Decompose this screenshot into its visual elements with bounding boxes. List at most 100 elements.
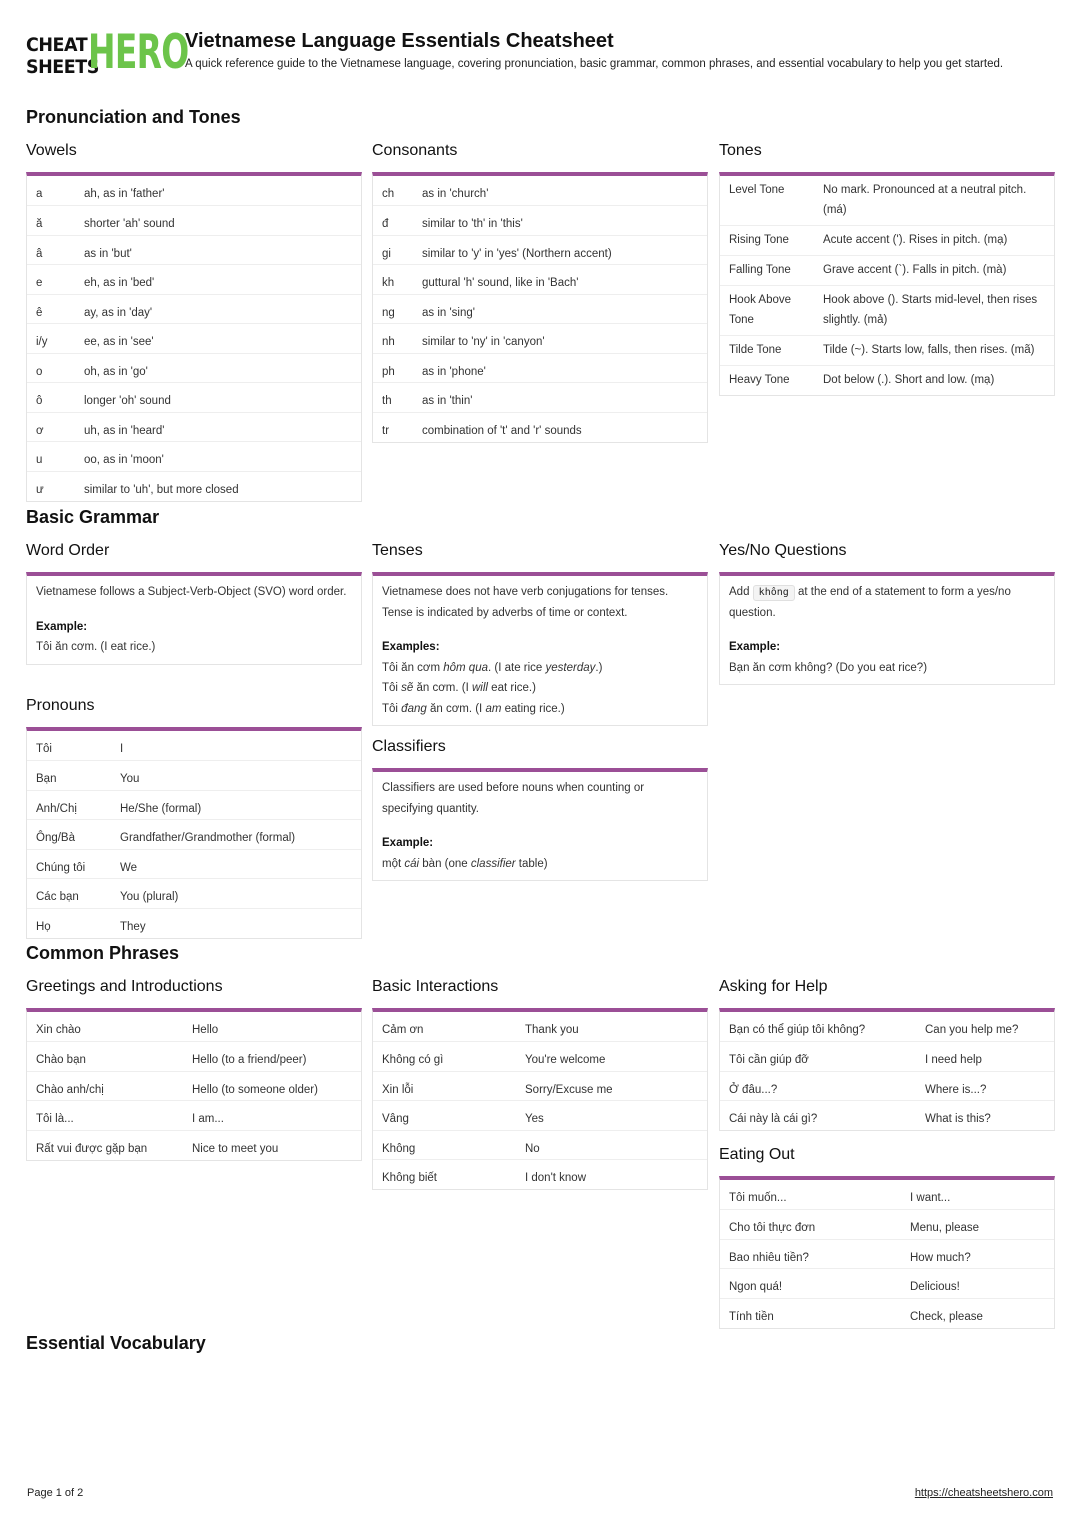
term-cell: Họ [27, 907, 111, 938]
interactions-table-card: Cảm ơn Thank you Không có gì You're welcome… [372, 1008, 708, 1190]
term-cell: ch [382, 188, 395, 200]
definition-cell: Acute accent ('). Rises in pitch. (mạ) [814, 225, 1054, 256]
definition-cell: I am... [183, 1100, 361, 1130]
term-cell: Cái này là cái gì? [720, 1100, 916, 1130]
table-row: â as in 'but' [27, 234, 361, 265]
table-row: Tôi là... I am... [27, 1100, 361, 1130]
table-row: Level Tone No mark. Pronounced at a neutr… [720, 176, 1054, 226]
table-row: th as in 'thin' [373, 382, 707, 412]
term-cell: Cảm ơn [382, 1024, 424, 1036]
word-order-text: Vietnamese follows a Subject-Verb-Object… [36, 586, 347, 598]
table-row: Ở đâu...? Where is...? [720, 1070, 1054, 1101]
table-row: Cảm ơn Thank you [373, 1012, 707, 1042]
table-row: ph as in 'phone' [373, 352, 707, 383]
table-row: Tôi I [27, 731, 361, 761]
tenses-card: Vietnamese does not have verb conjugatio… [372, 572, 708, 726]
definition-cell: as in 'but' [75, 234, 361, 265]
yes-no-text: Add không at the end of a statement to f… [729, 585, 1011, 619]
help-table-card: Bạn có thể giúp tôi không? Can you help m… [719, 1008, 1055, 1131]
term-cell: Vâng [373, 1100, 516, 1130]
tenses-examples-list: Tôi ăn cơm hôm qua. (I ate rice yesterda… [382, 658, 698, 720]
pronouns-table: Tôi I Bạn You Anh/Chị He/She (formal) Ông/Bà Gr… [27, 731, 361, 938]
table-row: Chào anh/chị Hello (to someone older) [27, 1070, 361, 1101]
table-row: ng as in 'sing' [373, 293, 707, 324]
vowels-table: a ah, as in 'father' ă shorter 'ah' sound â a… [27, 176, 361, 501]
example-line: một cái bàn (one classifier table) [382, 857, 548, 870]
term-cell: đ [373, 205, 413, 235]
example-line: Tôi đang ăn cơm. (I am eating rice.) [382, 702, 565, 715]
definition-cell: No mark. Pronounced at a neutral pitch. … [823, 184, 1027, 216]
term-cell: Tôi muốn... [729, 1192, 787, 1204]
subsection-title-tenses: Tenses [372, 542, 423, 559]
vowels-table-card: a ah, as in 'father' ă shorter 'ah' sound â a… [26, 172, 362, 502]
table-row: Rising Tone Acute accent ('). Rises in pi… [720, 225, 1054, 256]
example-line: Tôi ăn cơm hôm qua. (I ate rice yesterda… [382, 661, 603, 674]
table-row: Xin chào Hello [27, 1012, 361, 1042]
greetings-table-card: Xin chào Hello Chào bạn Hello (to a friend/… [26, 1008, 362, 1161]
logo-text-hero: HERO [88, 25, 189, 80]
section-title-vocabulary: Essential Vocabulary [26, 1333, 206, 1353]
subsection-title-vowels: Vowels [26, 142, 77, 159]
term-cell: Ở đâu...? [720, 1070, 916, 1101]
table-row: Họ They [27, 907, 361, 938]
definition-cell: Delicious! [901, 1268, 1054, 1298]
definition-cell: You're welcome [516, 1041, 707, 1071]
term-cell: Không [373, 1129, 516, 1160]
page-number: Page 1 of 2 [27, 1487, 84, 1499]
term-cell: Tôi [36, 743, 52, 755]
term-cell: Chào anh/chị [27, 1070, 183, 1101]
term-cell: ơ [27, 411, 75, 442]
definition-cell: as in 'thin' [413, 382, 707, 412]
yes-no-example: Bạn ăn cơm không? (Do you eat rice?) [729, 661, 928, 674]
definition-cell: Grave accent (`). Falls in pitch. (mà) [814, 255, 1054, 286]
definition-cell: Sorry/Excuse me [516, 1070, 707, 1101]
cheatsheetshero-logo[interactable]: CHEAT SHEETS HERO [26, 28, 189, 79]
table-row: Ông/Bà Grandfather/Grandmother (formal) [27, 819, 361, 849]
table-row: Chào bạn Hello (to a friend/peer) [27, 1041, 361, 1071]
definition-cell: I need help [916, 1041, 1054, 1071]
term-cell: th [373, 382, 413, 412]
tones-table: Level Tone No mark. Pronounced at a neutr… [720, 176, 1054, 395]
table-row: kh guttural 'h' sound, like in 'Bach' [373, 264, 707, 294]
definition-cell: ah, as in 'father' [84, 188, 165, 200]
term-cell: gi [373, 234, 413, 265]
word-order-example: Tôi ăn cơm. (I eat rice.) [36, 641, 156, 653]
definition-cell: longer 'oh' sound [75, 382, 361, 412]
table-row: Bao nhiêu tiền? How much? [720, 1238, 1054, 1269]
term-cell: ng [373, 293, 413, 324]
definition-cell: I don't know [516, 1159, 707, 1189]
table-row: Không có gì You're welcome [373, 1041, 707, 1071]
term-cell: i/y [27, 323, 75, 353]
subsection-title-consonants: Consonants [372, 142, 458, 159]
term-cell: Level Tone [729, 184, 785, 196]
term-cell: Không có gì [373, 1041, 516, 1071]
definition-cell: Can you help me? [925, 1024, 1019, 1036]
word-order-example-label: Example: [36, 620, 88, 633]
definition-cell: as in 'phone' [413, 352, 707, 383]
definition-cell: You [111, 760, 361, 790]
term-cell: Cho tôi thực đơn [720, 1209, 901, 1239]
definition-cell: oo, as in 'moon' [75, 441, 361, 471]
help-table: Bạn có thể giúp tôi không? Can you help m… [720, 1012, 1054, 1130]
definition-cell: Hook above (). Starts mid-level, then ri… [814, 285, 1054, 336]
footer-link[interactable]: https://cheatsheetshero.com [915, 1487, 1053, 1499]
code-khong: không [752, 585, 795, 601]
subsection-title-help: Asking for Help [719, 978, 828, 995]
definition-cell: ee, as in 'see' [75, 323, 361, 353]
term-cell: â [27, 234, 75, 265]
subsection-title-eating: Eating Out [719, 1146, 795, 1163]
definition-cell: Yes [516, 1100, 707, 1130]
subsection-title-pronouns: Pronouns [26, 697, 95, 714]
subsection-title-greetings: Greetings and Introductions [26, 978, 223, 995]
table-row: Hook Above Tone Hook above (). Starts mid… [720, 285, 1054, 336]
term-cell: Tôi là... [27, 1100, 183, 1130]
term-cell: o [27, 352, 75, 383]
definition-cell: You (plural) [111, 878, 361, 908]
classifiers-text: Classifiers are used before nouns when c… [382, 782, 645, 815]
yes-no-card: Add không at the end of a statement to f… [719, 572, 1055, 685]
table-row: Không biết I don't know [373, 1159, 707, 1189]
term-cell: Bạn có thể giúp tôi không? [729, 1024, 866, 1036]
table-row: tr combination of 't' and 'r' sounds [373, 411, 707, 442]
page-header: CHEAT SHEETS HERO Vietnamese Language Es… [26, 28, 1056, 90]
eating-table: Tôi muốn... I want... Cho tôi thực đơn Menu… [720, 1180, 1054, 1328]
